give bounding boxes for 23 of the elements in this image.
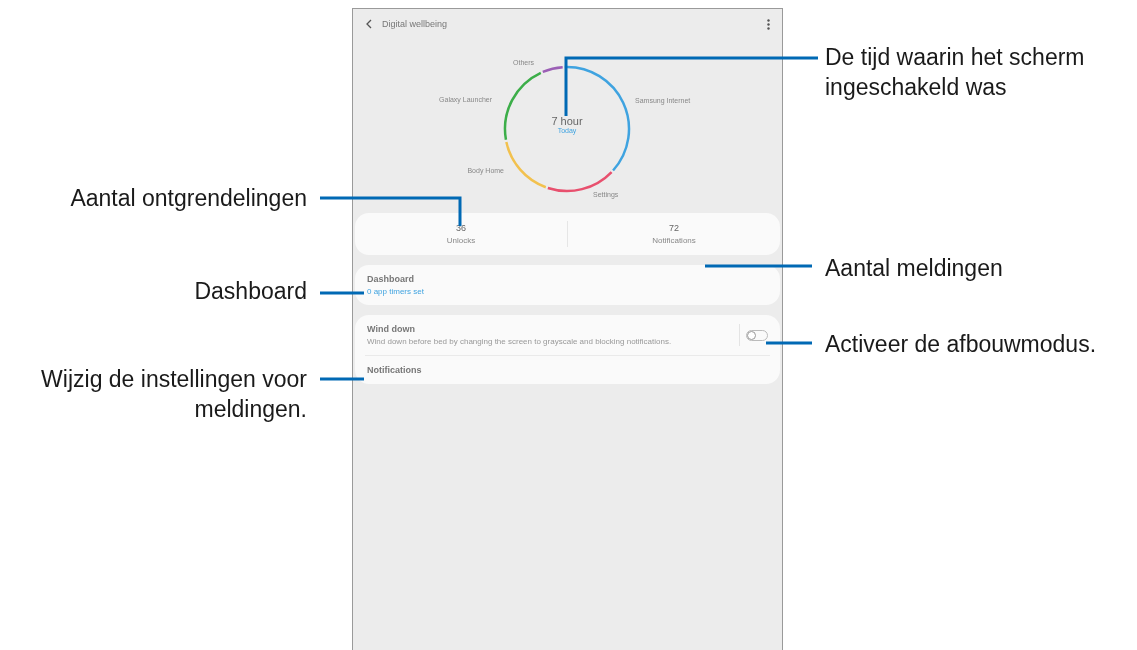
screen-time-total: 7 hour <box>551 115 583 127</box>
dashboard-title: Dashboard <box>367 274 415 284</box>
callout-label: Activeer de afbouwmodus. <box>825 330 1098 359</box>
callout-label: Wijzig de instellingen voor meldingen. <box>40 365 307 424</box>
more-options-icon[interactable] <box>767 18 770 30</box>
wind-down-description: Wind down before bed by changing the screen to grayscale and blocking notifications. <box>367 337 673 346</box>
dashboard-card[interactable]: Dashboard 0 app timers set <box>355 265 780 305</box>
leader-line <box>320 377 364 381</box>
stat-value: 36 <box>456 223 466 233</box>
dashboard-subtitle: 0 app timers set <box>367 287 425 296</box>
notifications-title[interactable]: Notifications <box>367 365 422 375</box>
callout-label: Aantal meldingen <box>825 254 1004 283</box>
callout-label: De tijd waarin het scherm ingeschakeld was <box>825 43 1086 102</box>
leader-line <box>766 341 812 345</box>
leader-line <box>320 291 364 295</box>
callout-label: Dashboard <box>193 277 307 306</box>
callout-label: Aantal ontgrendelingen <box>69 184 307 213</box>
stat-label: Unlocks <box>446 236 476 245</box>
stat-label: Notifications <box>652 236 696 245</box>
screen-title: Digital wellbeing <box>382 19 449 29</box>
back-icon[interactable] <box>365 19 372 29</box>
stat-value: 72 <box>669 223 679 233</box>
wind-down-title: Wind down <box>367 324 416 334</box>
